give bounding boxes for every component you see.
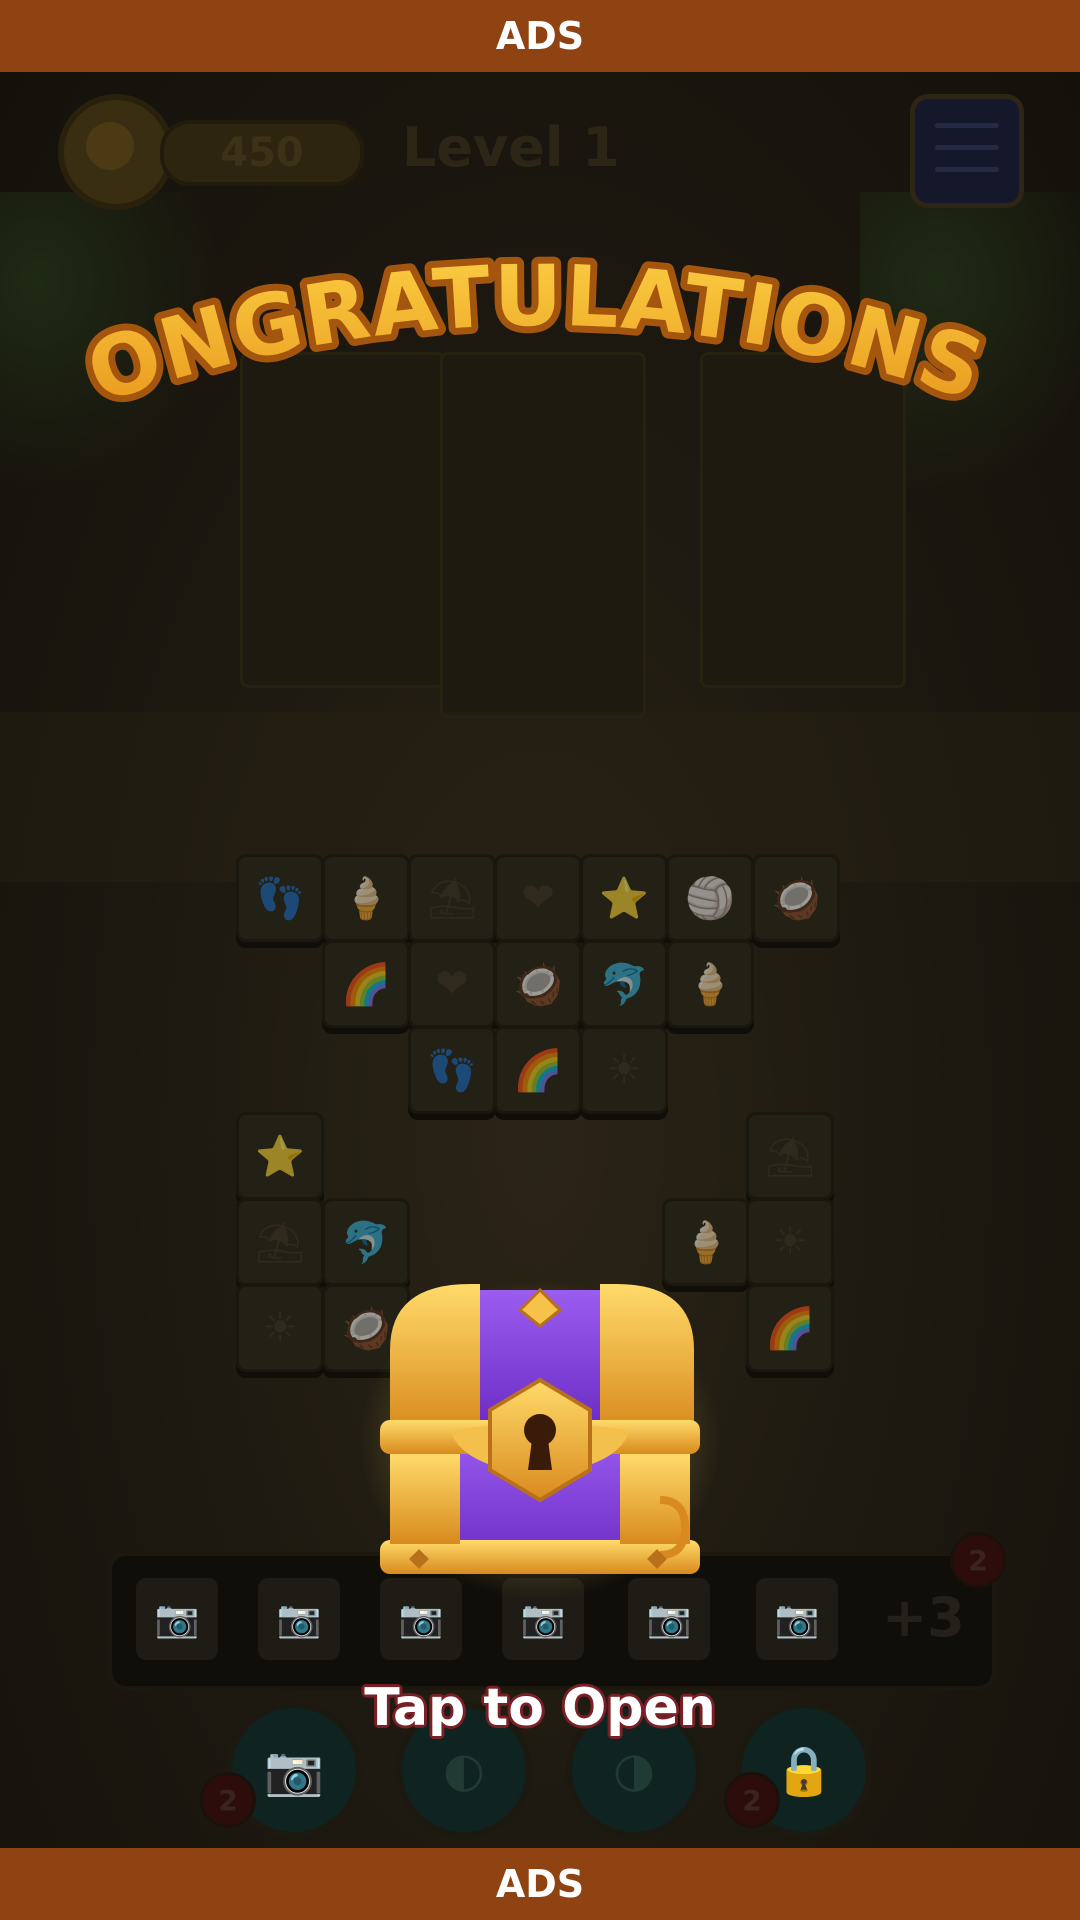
settings-sliders-icon — [935, 123, 999, 128]
tile[interactable]: ❤ — [494, 854, 582, 942]
tile[interactable]: 🍦 — [666, 940, 754, 1028]
svg-text:CONGRATULATIONS !: CONGRATULATIONS ! — [0, 200, 997, 420]
top-ad-banner[interactable]: ADS — [0, 0, 1080, 72]
tile[interactable]: ☀ — [236, 1284, 324, 1372]
settings-button[interactable] — [910, 94, 1024, 208]
tile[interactable]: ⭐ — [580, 854, 668, 942]
booster-badge: 2 — [200, 1772, 256, 1828]
tile[interactable]: 🌈 — [746, 1284, 834, 1372]
tile[interactable]: ⭐ — [236, 1112, 324, 1200]
booster-badge: 2 — [724, 1772, 780, 1828]
tile[interactable]: ⛱ — [236, 1198, 324, 1286]
tray-more-count: +3 — [882, 1586, 965, 1649]
tile[interactable]: 🐬 — [580, 940, 668, 1028]
tile[interactable]: ⛱ — [746, 1112, 834, 1200]
tile[interactable]: 🌈 — [322, 940, 410, 1028]
tray-badge: 2 — [950, 1532, 1006, 1588]
tile[interactable]: 🥥 — [494, 940, 582, 1028]
tile[interactable]: 🍦 — [322, 854, 410, 942]
level-title: Level 1 — [402, 116, 620, 179]
coin-icon — [58, 94, 174, 210]
tile[interactable]: ⛱ — [408, 854, 496, 942]
treasure-chest-icon[interactable] — [360, 1270, 720, 1600]
bottom-ad-banner[interactable]: ADS — [0, 1848, 1080, 1920]
tile[interactable]: 🏐 — [666, 854, 754, 942]
tile[interactable]: ☀ — [746, 1198, 834, 1286]
tile[interactable]: 🌈 — [494, 1026, 582, 1114]
tile[interactable]: 👣 — [236, 854, 324, 942]
tap-to-open-label[interactable]: Tap to Open — [0, 1678, 1080, 1738]
tray-slot: 📷 — [136, 1578, 218, 1660]
tray-slot: 📷 — [258, 1578, 340, 1660]
tray-slot: 📷 — [756, 1578, 838, 1660]
tile[interactable]: ❤ — [408, 940, 496, 1028]
tile[interactable]: 🥥 — [752, 854, 840, 942]
congratulations-title: CONGRATULATIONS ! CONGRATULATIONS ! — [0, 200, 1002, 420]
tile[interactable]: ☀ — [580, 1026, 668, 1114]
title-text: CONGRATULATIONS ! — [0, 200, 995, 420]
coin-score: 450 — [160, 120, 364, 186]
tile[interactable]: 👣 — [408, 1026, 496, 1114]
